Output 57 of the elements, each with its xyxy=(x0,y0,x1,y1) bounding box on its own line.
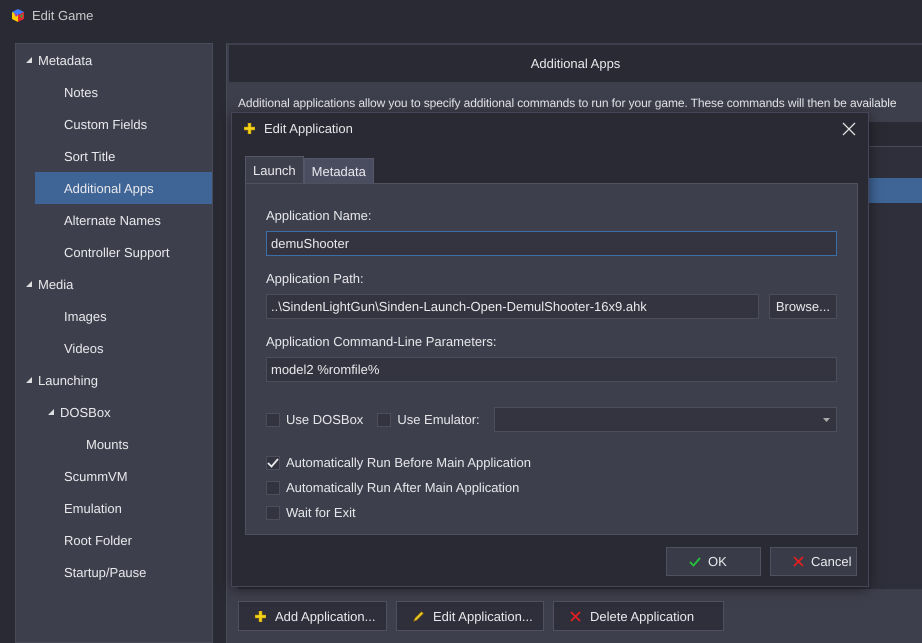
tree-item[interactable]: Custom Fields xyxy=(16,108,212,140)
tree-item[interactable]: ScummVM xyxy=(16,460,212,492)
tree-item[interactable]: Metadata xyxy=(16,44,212,76)
checkbox[interactable]: Use Emulator: xyxy=(377,407,480,432)
expanded-triangle-icon[interactable] xyxy=(48,409,54,415)
checkbox[interactable]: Automatically Run After Main Application xyxy=(266,475,837,500)
action-button[interactable]: Delete Application xyxy=(553,601,724,631)
tree-item[interactable]: Notes xyxy=(16,76,212,108)
checkbox[interactable]: Use DOSBox xyxy=(266,407,364,432)
field-label: Application Name: xyxy=(266,208,372,223)
plus-icon xyxy=(255,610,266,622)
checkbox-box xyxy=(266,480,280,494)
checkbox-box xyxy=(377,412,392,426)
action-button[interactable]: Add Application... xyxy=(238,601,387,631)
tree-item[interactable]: Images xyxy=(16,300,212,332)
tree-item[interactable]: Launching xyxy=(16,364,212,396)
tree-item[interactable]: Startup/Pause xyxy=(16,556,212,588)
action-button[interactable]: Edit Application... xyxy=(396,601,544,631)
plus-icon xyxy=(244,123,255,134)
tab[interactable]: Launch xyxy=(245,156,304,183)
expanded-triangle-icon[interactable] xyxy=(26,281,32,287)
tree-item[interactable]: Mounts xyxy=(16,428,212,460)
expanded-triangle-icon[interactable] xyxy=(26,377,32,383)
tree-item[interactable]: Media xyxy=(16,268,212,300)
panel-title: Additional Apps xyxy=(530,56,620,71)
description-text: Additional applications allow you to specify additional commands to run for your game. These commands will then be available xyxy=(237,95,898,112)
input-field[interactable]: ..\SindenLightGun\Sinden-Launch-Open-DemulShooter-16x9.ahk xyxy=(266,294,759,319)
dropdown-caret-icon xyxy=(823,418,830,422)
dialog-button[interactable]: OK xyxy=(666,547,761,576)
tree-item[interactable]: Videos xyxy=(16,332,212,364)
checkbox-box xyxy=(266,506,280,520)
dialog-title: Edit Application xyxy=(264,121,353,136)
browse-button[interactable]: Browse... xyxy=(768,294,837,319)
dialog-button[interactable]: Cancel xyxy=(770,547,857,576)
window-title: Edit Game xyxy=(32,8,94,22)
expanded-triangle-icon[interactable] xyxy=(26,57,32,63)
checkbox-box xyxy=(266,412,280,426)
tree-item[interactable]: Controller Support xyxy=(16,236,212,268)
field-label: Application Command-Line Parameters: xyxy=(266,334,498,349)
tab[interactable]: Metadata xyxy=(304,158,374,183)
pencil-icon xyxy=(413,610,424,622)
x-icon xyxy=(570,610,581,622)
checkbox[interactable]: Automatically Run Before Main Application xyxy=(266,450,837,475)
x-icon xyxy=(793,556,804,567)
tree-item[interactable]: Root Folder xyxy=(16,524,212,556)
input-field[interactable]: demuShooter xyxy=(266,231,837,256)
tree-item[interactable]: Alternate Names xyxy=(16,204,212,236)
cube-logo-icon xyxy=(12,8,24,22)
tree-item[interactable]: DOSBox xyxy=(16,396,212,428)
tree-item[interactable]: Sort Title xyxy=(16,140,212,172)
field-label: Application Path: xyxy=(266,271,365,286)
checkbox[interactable]: Wait for Exit xyxy=(266,500,837,525)
tree-item[interactable]: Additional Apps xyxy=(35,172,212,204)
check-icon xyxy=(689,556,701,566)
tree-item[interactable]: Emulation xyxy=(16,492,212,524)
close-button[interactable] xyxy=(842,122,856,136)
input-field[interactable]: model2 %romfile% xyxy=(266,357,837,382)
